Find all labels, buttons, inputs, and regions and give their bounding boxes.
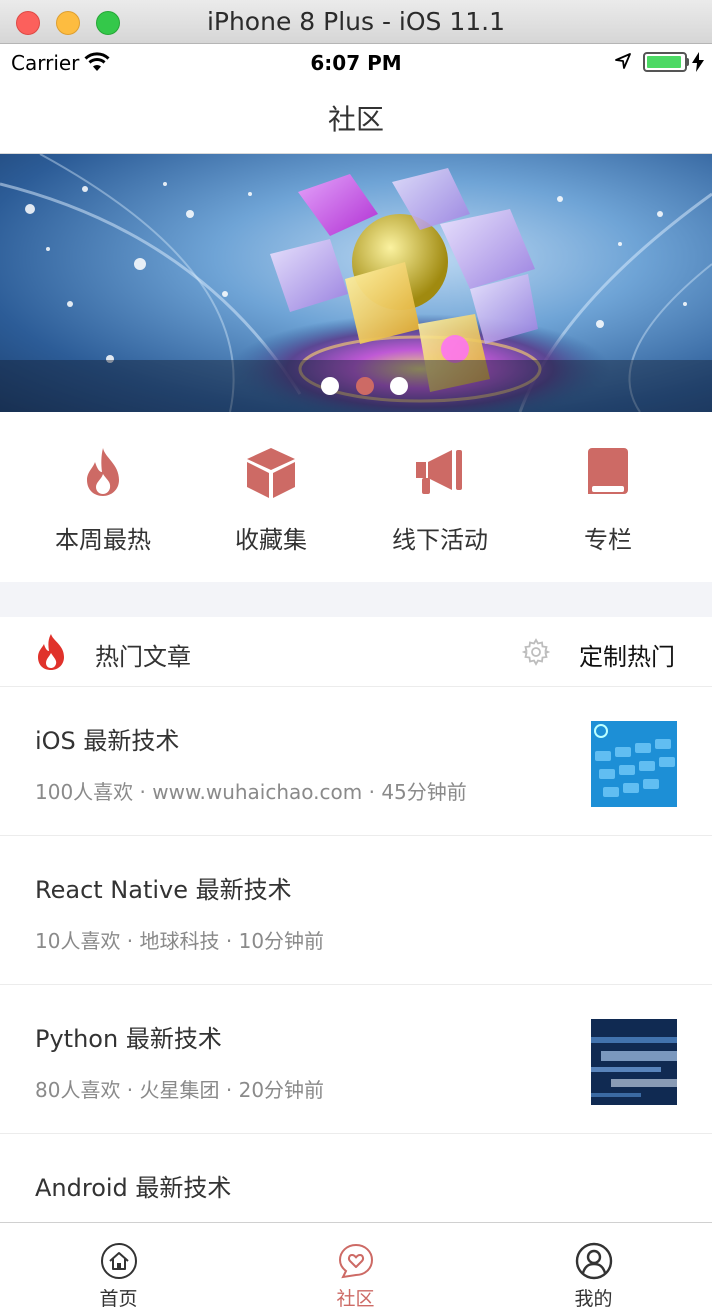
category-weekly-hot[interactable]: 本周最热 [14,412,192,582]
hot-articles-header: 热门文章 定制热门 [0,617,712,687]
article-title: Python 最新技术 [35,1025,222,1053]
article-meta: 10人喜欢 · 地球科技 · 10分钟前 [35,929,325,953]
category-label: 收藏集 [235,526,307,554]
article-title: React Native 最新技术 [35,876,292,904]
window-title: iPhone 8 Plus - iOS 11.1 [206,7,506,36]
tab-community[interactable]: 社区 [237,1223,474,1308]
category-shortcuts: 本周最热 收藏集 线下活动 专栏 [0,412,712,582]
carousel-dot-1[interactable] [321,377,339,395]
tab-home[interactable]: 首页 [0,1223,237,1308]
flame-icon [87,448,119,496]
charging-bolt-icon [692,52,704,72]
article-title: Android 最新技术 [35,1174,232,1202]
tab-label: 我的 [574,1288,613,1308]
page-title: 社区 [327,103,384,136]
category-label: 专栏 [584,526,632,554]
carousel-dot-3[interactable] [390,377,408,395]
status-time: 6:07 PM [310,51,402,75]
gear-icon[interactable] [522,638,550,666]
box-icon [247,448,295,498]
location-arrow-icon [615,53,631,69]
article-thumbnail [591,721,677,807]
article-row[interactable]: iOS 最新技术 100人喜欢 · www.wuhaichao.com · 45… [0,687,712,836]
category-offline-events[interactable]: 线下活动 [351,412,529,582]
article-meta: 80人喜欢 · 火星集团 · 20分钟前 [35,1078,325,1102]
category-label: 线下活动 [392,526,488,554]
battery-icon [643,52,687,72]
article-meta: 100人喜欢 · www.wuhaichao.com · 45分钟前 [35,780,467,804]
article-thumbnail [591,1019,677,1105]
customize-hot-button[interactable]: 定制热门 [579,637,675,672]
section-separator [0,582,712,617]
article-row[interactable]: React Native 最新技术 10人喜欢 · 地球科技 · 10分钟前 [0,836,712,985]
article-row[interactable]: Python 最新技术 80人喜欢 · 火星集团 · 20分钟前 [0,985,712,1134]
banner-carousel[interactable] [0,154,712,412]
simulator-titlebar: iPhone 8 Plus - iOS 11.1 [0,0,712,44]
hot-flame-icon [38,634,64,670]
tab-label: 社区 [336,1288,375,1308]
hot-articles-title: 热门文章 [95,643,191,671]
navigation-bar: 社区 [0,82,712,154]
status-bar: Carrier 6:07 PM [0,44,712,82]
profile-icon [575,1242,613,1280]
tab-label: 首页 [99,1288,138,1308]
category-collections[interactable]: 收藏集 [182,412,360,582]
tab-profile[interactable]: 我的 [475,1223,712,1308]
article-title: iOS 最新技术 [35,727,180,755]
megaphone-icon [416,450,462,494]
carousel-dot-2-active[interactable] [356,377,374,395]
category-column[interactable]: 专栏 [519,412,697,582]
book-icon [588,448,628,494]
home-icon [101,1243,137,1279]
tab-bar: 首页 社区 我的 [0,1222,712,1308]
category-label: 本周最热 [55,526,151,554]
community-icon [338,1243,374,1279]
